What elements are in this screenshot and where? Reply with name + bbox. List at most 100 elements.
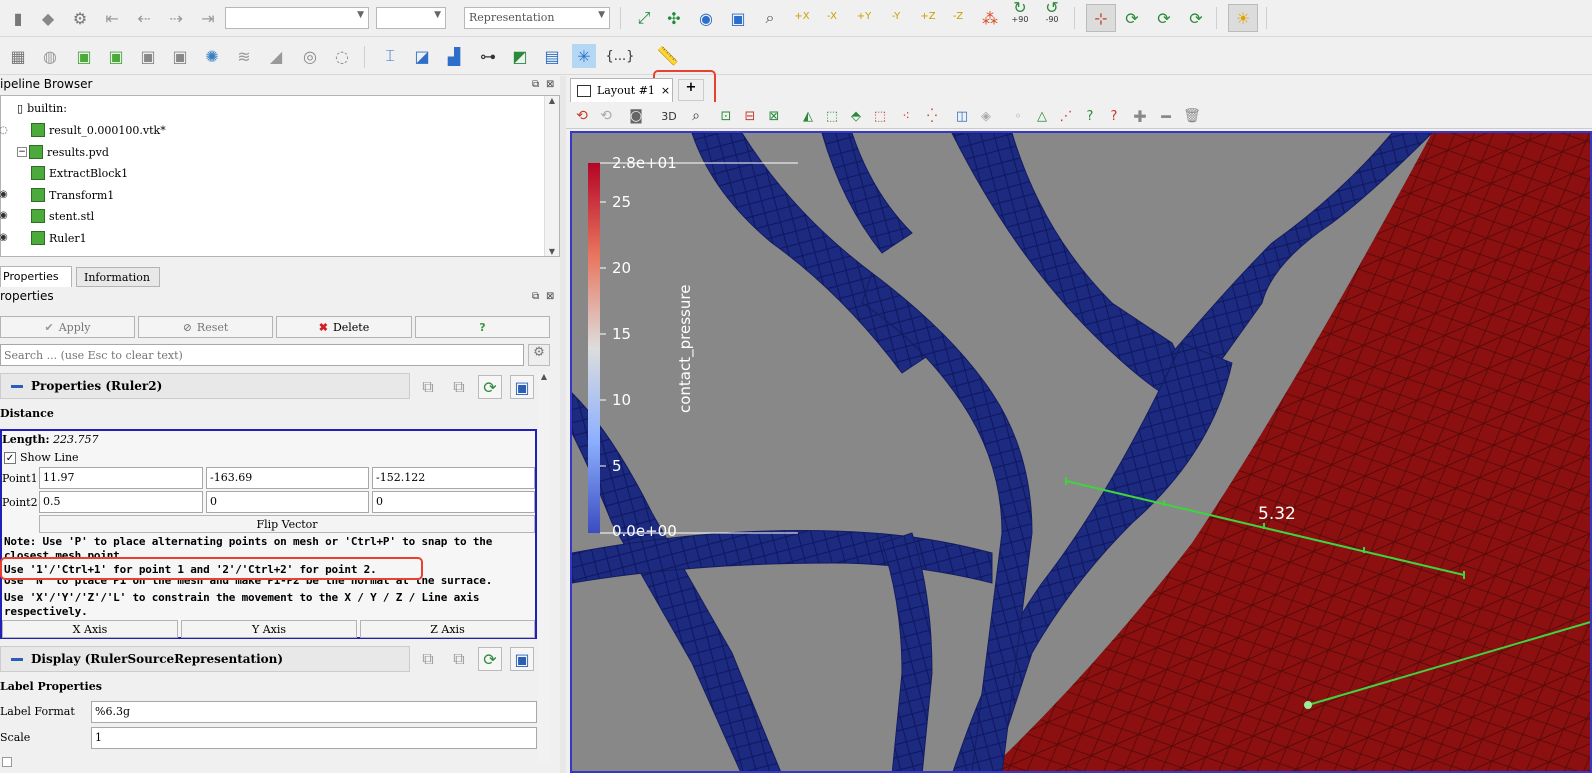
point2-y-field[interactable]: 0 xyxy=(206,491,369,513)
point2-x-field[interactable]: 0.5 xyxy=(39,491,203,513)
select-points-polygon-icon[interactable]: ⁛ xyxy=(920,104,944,128)
tree-item-stent[interactable]: ◉ stent.stl xyxy=(0,206,94,226)
connect-icon[interactable]: ▮ xyxy=(6,6,30,30)
interactive-select-icon[interactable]: ⬚ xyxy=(820,104,844,128)
reload-icon[interactable]: ⟳ xyxy=(478,647,502,671)
extract-selection-icon[interactable]: ◈ xyxy=(974,104,998,128)
split-vertical-icon[interactable]: ⟲ xyxy=(594,104,618,128)
tab-properties[interactable]: Properties xyxy=(0,266,72,287)
view-plus-y-icon[interactable]: +Y xyxy=(852,4,876,28)
show-line-checkbox[interactable]: ✓ Show Line xyxy=(4,451,79,464)
tree-item-ruler1[interactable]: ◉ Ruler1 xyxy=(0,228,87,248)
tree-item-extractblock[interactable]: ExtractBlock1 xyxy=(31,163,128,183)
properties-search-input[interactable] xyxy=(0,344,524,366)
plot-data-icon[interactable]: ⊶ xyxy=(476,44,500,68)
float-icon[interactable]: ⧉ xyxy=(532,79,539,90)
slice-icon[interactable]: ▣ xyxy=(104,44,128,68)
tab-information[interactable]: Information xyxy=(76,267,160,287)
clip-icon[interactable]: ▣ xyxy=(72,44,96,68)
y-axis-button[interactable]: Y Axis xyxy=(181,620,357,638)
view-minus-y-icon[interactable]: -Y xyxy=(884,4,908,28)
render-view[interactable]: 2.8e+01 25 20 15 10 5 0.0e+00 contact_pr… xyxy=(570,131,1592,773)
add-layout-button[interactable]: + xyxy=(678,79,704,101)
grow-icon[interactable]: ✚ xyxy=(1128,104,1152,128)
hover-cells-icon[interactable]: ⁖ xyxy=(894,104,918,128)
close-icon[interactable]: ⊠ xyxy=(546,291,554,302)
histogram-icon[interactable]: ▟ xyxy=(442,44,466,68)
show-center-icon[interactable]: ⟳ xyxy=(1184,6,1208,30)
ruler2-handle[interactable] xyxy=(1304,701,1312,709)
reload-icon[interactable]: ⟳ xyxy=(478,375,502,399)
edit-selection-icon[interactable]: △ xyxy=(1030,104,1054,128)
view-plus-x-icon[interactable]: +X xyxy=(790,4,814,28)
select-frustum-icon[interactable]: ⊠ xyxy=(762,104,786,128)
visibility-icon[interactable]: ◌ xyxy=(0,125,8,136)
contour-icon[interactable]: ◍ xyxy=(38,44,62,68)
query-icon[interactable]: ? xyxy=(1078,104,1102,128)
plot-over-line-icon[interactable]: ◪ xyxy=(410,44,434,68)
visibility-eye-icon[interactable]: ◉ xyxy=(0,210,8,221)
reset-button[interactable]: ⊘ Reset xyxy=(138,316,273,338)
point1-y-field[interactable]: -163.69 xyxy=(206,467,369,489)
view-minus-x-icon[interactable]: -X xyxy=(820,4,844,28)
collapse-icon[interactable]: − xyxy=(17,147,27,157)
plot-selection-icon[interactable]: ▤ xyxy=(540,44,564,68)
glyph-icon[interactable]: ✺ xyxy=(200,44,224,68)
ruler-mode-checkbox[interactable] xyxy=(2,757,12,767)
isometric-view-icon[interactable]: ⁂ xyxy=(978,6,1002,30)
query-point-icon[interactable]: ? xyxy=(1102,104,1126,128)
stream-tracer-icon[interactable]: ≋ xyxy=(232,44,256,68)
paste-icon[interactable]: ⧉ xyxy=(447,375,471,399)
collapse-section-icon[interactable] xyxy=(11,385,23,388)
select-cells-icon[interactable]: ⊡ xyxy=(714,104,738,128)
hover-select-icon[interactable]: ⋰ xyxy=(1054,104,1078,128)
grow-selection-icon[interactable]: ⚬ xyxy=(1006,104,1030,128)
threshold-icon[interactable]: ▣ xyxy=(136,44,160,68)
calculator-icon[interactable]: ▦ xyxy=(6,44,30,68)
tree-item-transform[interactable]: ◉ Transform1 xyxy=(0,185,114,205)
pick-center-icon[interactable]: ⟳ xyxy=(1152,6,1176,30)
rotate-plus-90-icon[interactable]: ↻ +90 xyxy=(1008,0,1032,26)
find-data-icon[interactable]: ◫ xyxy=(950,104,974,128)
next-frame-icon[interactable]: ⇢ xyxy=(164,6,188,30)
tree-scrollbar[interactable]: ▲ ▼ xyxy=(544,96,559,256)
disconnect-icon[interactable]: ◆ xyxy=(36,6,60,30)
select-polygon-icon[interactable]: ⬚ xyxy=(868,104,892,128)
layout-tab-close-icon[interactable]: × xyxy=(661,84,670,97)
python-calculator-icon[interactable]: ✳ xyxy=(572,44,596,68)
zoom-to-data-icon[interactable]: ✣ xyxy=(662,6,686,30)
view-plus-z-icon[interactable]: +Z xyxy=(916,4,940,28)
collapse-section-icon[interactable] xyxy=(11,658,23,661)
split-horizontal-icon[interactable]: ⟲ xyxy=(570,104,594,128)
hover-points-icon[interactable]: ⬘ xyxy=(844,104,868,128)
select-points-icon[interactable]: ⊟ xyxy=(738,104,762,128)
paste-icon[interactable]: ⧉ xyxy=(447,647,471,671)
tree-item-results-pvd[interactable]: − results.pvd xyxy=(17,142,109,162)
clear-selection-icon[interactable]: 🗑 xyxy=(1180,104,1204,128)
float-icon[interactable]: ⧉ xyxy=(532,291,539,302)
properties-scrollbar[interactable]: ▲ xyxy=(538,372,550,762)
properties-section-header[interactable]: Properties (Ruler2) xyxy=(0,373,410,399)
copy-icon[interactable]: ⧉ xyxy=(416,647,440,671)
copy-icon[interactable]: ⧉ xyxy=(416,375,440,399)
reset-camera-icon[interactable]: ⤢ xyxy=(632,6,656,30)
visibility-eye-icon[interactable]: ◉ xyxy=(0,232,8,243)
tree-item-result-vtk[interactable]: ◌ result_0.000100.vtk* xyxy=(0,120,166,140)
delete-button[interactable]: ✖ Delete xyxy=(276,316,412,338)
view-minus-z-icon[interactable]: -Z xyxy=(946,4,970,28)
close-icon[interactable]: ⊠ xyxy=(546,79,554,90)
visibility-eye-icon[interactable]: ◉ xyxy=(0,189,8,200)
checkbox-checked-icon[interactable]: ✓ xyxy=(4,451,16,464)
flip-vector-button[interactable]: Flip Vector xyxy=(39,515,535,533)
variable-combo[interactable]: ▼ xyxy=(376,7,446,29)
display-section-header[interactable]: Display (RulerSourceRepresentation) xyxy=(0,646,410,672)
extract-subset-icon[interactable]: ▣ xyxy=(168,44,192,68)
panel-splitter[interactable] xyxy=(560,76,566,773)
python-script-icon[interactable]: {...} xyxy=(604,44,636,68)
extract-level-icon[interactable]: ◌ xyxy=(330,44,354,68)
tree-item-builtin[interactable]: ▯ builtin: xyxy=(17,98,67,118)
zoom-closest-icon[interactable]: ◉ xyxy=(694,6,718,30)
ruler-icon[interactable]: 📏 xyxy=(656,44,680,68)
toggle-3d-button[interactable]: 3D xyxy=(654,104,684,128)
reset-center-icon[interactable]: ⟳ xyxy=(1120,6,1144,30)
